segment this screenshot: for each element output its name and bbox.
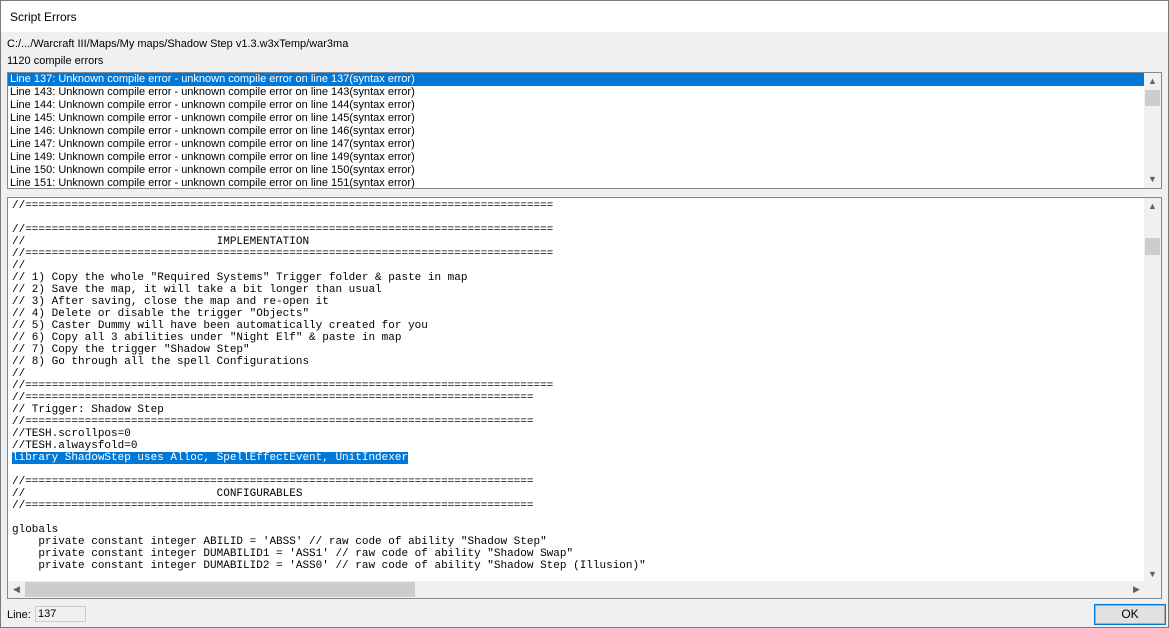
script-errors-window: Script Errors C:/.../Warcraft III/Maps/M… <box>0 0 1169 628</box>
code-line-text: //======================================… <box>12 380 554 392</box>
chevron-left-icon[interactable]: ◀ <box>8 581 25 598</box>
code-line: // IMPLEMENTATION <box>12 236 646 248</box>
code-line-text: // <box>12 368 26 380</box>
code-line: //======================================… <box>12 416 646 428</box>
code-line-text: //======================================… <box>12 392 534 404</box>
code-line: // 4) Delete or disable the trigger "Obj… <box>12 308 646 320</box>
code-line: // Trigger: Shadow Step <box>12 404 646 416</box>
error-list-item[interactable]: Line 150: Unknown compile error - unknow… <box>8 164 1146 177</box>
code-line-text: // Trigger: Shadow Step <box>12 404 164 416</box>
code-line-text: // 4) Delete or disable the trigger "Obj… <box>12 308 310 320</box>
code-line: // 8) Go through all the spell Configura… <box>12 356 646 368</box>
code-line-text: // <box>12 260 26 272</box>
error-count: 1120 compile errors <box>7 55 104 67</box>
error-list-scrollbar[interactable]: ▲ ▼ <box>1144 73 1161 188</box>
code-line: // CONFIGURABLES <box>12 488 646 500</box>
code-line-text: // 3) After saving, close the map and re… <box>12 296 329 308</box>
code-line-text: // 8) Go through all the spell Configura… <box>12 356 310 368</box>
code-line: // 3) After saving, close the map and re… <box>12 296 646 308</box>
chevron-up-icon[interactable]: ▲ <box>1144 198 1161 215</box>
code-line: // 2) Save the map, it will take a bit l… <box>12 284 646 296</box>
code-vertical-scroll-thumb[interactable] <box>1145 238 1160 255</box>
code-line-text: //======================================… <box>12 416 534 428</box>
code-line-text: // 6) Copy all 3 abilities under "Night … <box>12 332 402 344</box>
code-line-text: //TESH.scrollpos=0 <box>12 428 131 440</box>
code-line: // 5) Caster Dummy will have been automa… <box>12 320 646 332</box>
title-bar[interactable]: Script Errors <box>1 1 1168 32</box>
code-line-text: private constant integer ABILID = 'ABSS'… <box>12 536 547 548</box>
error-list-item[interactable]: Line 144: Unknown compile error - unknow… <box>8 99 1146 112</box>
code-line: private constant integer ABILID = 'ABSS'… <box>12 536 646 548</box>
code-line-text: //======================================… <box>12 200 554 212</box>
error-list-item[interactable]: Line 137: Unknown compile error - unknow… <box>8 73 1146 86</box>
code-line: // 7) Copy the trigger "Shadow Step" <box>12 344 646 356</box>
error-list-scroll-thumb[interactable] <box>1145 90 1160 106</box>
code-line: //======================================… <box>12 200 646 212</box>
code-line-text: private constant integer DUMABILID1 = 'A… <box>12 548 574 560</box>
line-label: Line: <box>7 609 31 621</box>
code-line-text: //======================================… <box>12 500 534 512</box>
map-path: C:/.../Warcraft III/Maps/My maps/Shadow … <box>7 38 349 50</box>
code-line-text: // IMPLEMENTATION <box>12 236 310 248</box>
code-line-text: // 7) Copy the trigger "Shadow Step" <box>12 344 250 356</box>
code-line: // <box>12 260 646 272</box>
chevron-right-icon[interactable]: ▶ <box>1128 581 1145 598</box>
code-line: private constant integer DUMABILID1 = 'A… <box>12 548 646 560</box>
scrollbar-corner <box>1144 581 1161 598</box>
code-line: private constant integer DUMABILID2 = 'A… <box>12 560 646 572</box>
code-vertical-scrollbar[interactable]: ▲ ▼ <box>1144 198 1161 583</box>
code-line: // <box>12 368 646 380</box>
code-line: // 6) Copy all 3 abilities under "Night … <box>12 332 646 344</box>
code-line-text: //======================================… <box>12 224 554 236</box>
code-line-text: // 5) Caster Dummy will have been automa… <box>12 320 428 332</box>
ok-button[interactable]: OK <box>1094 604 1166 625</box>
code-line-text: //======================================… <box>12 248 554 260</box>
code-line: //======================================… <box>12 500 646 512</box>
code-line: //======================================… <box>12 224 646 236</box>
code-line-text: //======================================… <box>12 476 534 488</box>
code-horizontal-scrollbar[interactable]: ◀ ▶ <box>8 581 1145 598</box>
error-list-item[interactable]: Line 149: Unknown compile error - unknow… <box>8 151 1146 164</box>
code-horizontal-scroll-thumb[interactable] <box>25 582 415 597</box>
code-line-text: // 1) Copy the whole "Required Systems" … <box>12 272 468 284</box>
error-list[interactable]: Line 137: Unknown compile error - unknow… <box>7 72 1162 189</box>
code-line: //======================================… <box>12 476 646 488</box>
code-line-text: //TESH.alwaysfold=0 <box>12 440 138 452</box>
error-list-item[interactable]: Line 146: Unknown compile error - unknow… <box>8 125 1146 138</box>
code-line: //TESH.alwaysfold=0 <box>12 440 646 452</box>
error-list-item[interactable]: Line 143: Unknown compile error - unknow… <box>8 86 1146 99</box>
code-line: //======================================… <box>12 248 646 260</box>
code-line-text: globals <box>12 524 59 536</box>
code-line: //======================================… <box>12 380 646 392</box>
chevron-up-icon[interactable]: ▲ <box>1144 73 1161 90</box>
error-list-item[interactable]: Line 147: Unknown compile error - unknow… <box>8 138 1146 151</box>
code-line-text: // CONFIGURABLES <box>12 488 303 500</box>
code-line: // 1) Copy the whole "Required Systems" … <box>12 272 646 284</box>
code-line: //======================================… <box>12 392 646 404</box>
window-title: Script Errors <box>10 10 77 24</box>
code-line-text: private constant integer DUMABILID2 = 'A… <box>12 560 646 572</box>
code-line: globals <box>12 524 646 536</box>
code-line-text: library ShadowStep uses Alloc, SpellEffe… <box>12 452 409 464</box>
code-line-text: // 2) Save the map, it will take a bit l… <box>12 284 382 296</box>
code-view[interactable]: //======================================… <box>7 197 1162 599</box>
code-line: //TESH.scrollpos=0 <box>12 428 646 440</box>
line-number-field[interactable]: 137 <box>35 606 86 622</box>
error-list-item[interactable]: Line 151: Unknown compile error - unknow… <box>8 177 1146 188</box>
code-line: library ShadowStep uses Alloc, SpellEffe… <box>12 452 646 464</box>
error-list-item[interactable]: Line 145: Unknown compile error - unknow… <box>8 112 1146 125</box>
chevron-down-icon[interactable]: ▼ <box>1144 171 1161 188</box>
